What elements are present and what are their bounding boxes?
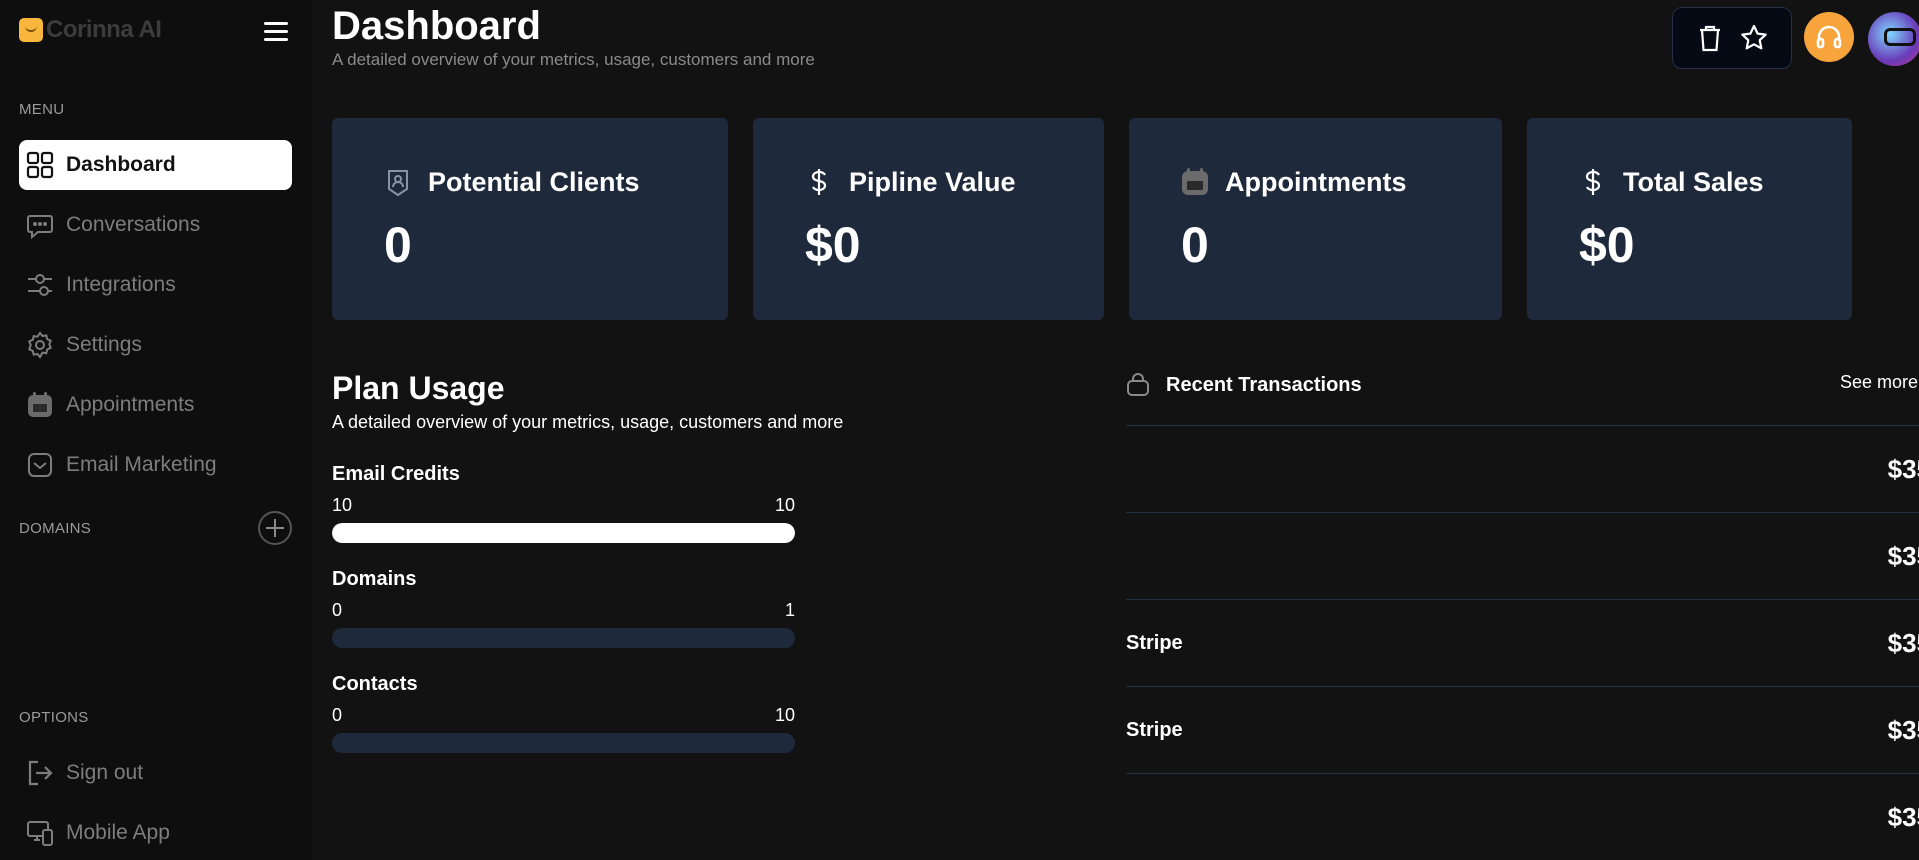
usage-progress-bar — [332, 523, 795, 543]
sidebar-item-conversations[interactable]: Conversations — [19, 200, 292, 250]
toolbar — [1672, 7, 1792, 69]
transaction-amount: $35 — [1887, 627, 1919, 658]
usage-limit: 1 — [784, 600, 795, 620]
sliders-icon — [28, 274, 52, 296]
usage-used: 10 — [332, 495, 353, 515]
recent-transactions-header: Recent Transactions — [1126, 373, 1362, 397]
dashboard-grid-icon — [26, 151, 54, 179]
plan-usage-title: Plan Usage — [332, 370, 505, 406]
usage-limit: 10 — [774, 705, 795, 725]
transaction-amount: $35 — [1887, 453, 1919, 484]
logo-icon — [19, 18, 43, 42]
sidebar-item-label: Mobile App — [66, 821, 170, 844]
sidebar-item-sign-out[interactable]: Sign out — [19, 748, 292, 798]
sidebar: Corinna AI MENU Dashboard Conversations … — [0, 0, 312, 860]
transaction-row[interactable]: Stripe $35 — [1126, 599, 1919, 686]
sidebar-item-label: Appointments — [66, 393, 195, 416]
user-badge-icon — [388, 170, 408, 197]
sidebar-item-dashboard[interactable]: Dashboard — [19, 140, 292, 190]
usage-used: 0 — [332, 600, 343, 620]
usage-used: 0 — [332, 705, 343, 725]
gear-icon — [28, 331, 52, 359]
sidebar-item-mobile-app[interactable]: Mobile App — [19, 808, 292, 858]
support-button[interactable] — [1804, 12, 1854, 62]
sidebar-item-label: Dashboard — [66, 153, 176, 176]
sidebar-item-label: Conversations — [66, 213, 201, 236]
stat-card-appointments: Appointments 0 — [1129, 118, 1502, 320]
sidebar-item-label: Integrations — [66, 273, 176, 296]
menu-section-label: MENU — [19, 101, 65, 118]
usage-progress-bar — [332, 733, 795, 753]
bag-icon — [1127, 373, 1149, 396]
domains-section-label: DOMAINS — [19, 520, 92, 537]
transaction-row[interactable]: $35 — [1126, 425, 1919, 512]
recent-transactions-title: Recent Transactions — [1166, 373, 1362, 396]
menu-toggle-icon[interactable] — [264, 22, 288, 42]
dollar-icon — [1585, 169, 1601, 195]
transaction-row[interactable]: $35 — [1126, 512, 1919, 599]
sidebar-item-appointments[interactable]: Appointments — [19, 380, 292, 430]
usage-progress-bar — [332, 628, 795, 648]
dollar-icon — [811, 169, 827, 195]
sidebar-item-label: Email Marketing — [66, 453, 217, 476]
stat-card-value: 0 — [1181, 217, 1209, 273]
stat-card-potential-clients: Potential Clients 0 — [332, 118, 728, 320]
usage-name: Email Credits — [332, 463, 460, 485]
transaction-amount: $35 — [1887, 801, 1919, 832]
stat-card-value: $0 — [1579, 217, 1635, 273]
stat-card-total-sales: Total Sales $0 — [1527, 118, 1852, 320]
usage-email-credits: Email Credits 10 10 — [332, 463, 795, 543]
transaction-amount: $35 — [1887, 540, 1919, 571]
transaction-row[interactable]: $35 — [1126, 773, 1919, 860]
trash-icon[interactable] — [1695, 23, 1725, 53]
transaction-amount: $35 — [1887, 714, 1919, 745]
sidebar-item-label: Settings — [66, 333, 142, 356]
transaction-row[interactable]: Stripe $35 — [1126, 686, 1919, 773]
options-section-label: OPTIONS — [19, 709, 89, 726]
avatar[interactable] — [1868, 12, 1919, 66]
devices-icon — [27, 821, 53, 846]
stat-card-label: Total Sales — [1623, 166, 1764, 197]
sidebar-item-integrations[interactable]: Integrations — [19, 260, 292, 310]
app-root: Corinna AI MENU Dashboard Conversations … — [0, 0, 1919, 860]
calendar-icon — [1182, 168, 1208, 195]
usage-progress-fill — [332, 523, 795, 543]
stat-card-pipeline-value: Pipline Value $0 — [753, 118, 1104, 320]
transaction-source: Stripe — [1126, 718, 1183, 741]
stat-card-label: Appointments — [1225, 166, 1407, 197]
page-subtitle: A detailed overview of your metrics, usa… — [332, 50, 815, 69]
stat-card-label: Pipline Value — [849, 166, 1016, 197]
chat-icon — [27, 215, 53, 239]
transaction-source: Stripe — [1126, 631, 1183, 654]
calendar-icon — [28, 392, 52, 417]
usage-domains: Domains 0 1 — [332, 568, 795, 648]
see-more-link[interactable]: See more — [1840, 372, 1918, 393]
sidebar-item-label: Sign out — [66, 761, 144, 784]
mail-icon — [28, 453, 52, 477]
sidebar-item-email-marketing[interactable]: Email Marketing — [19, 440, 292, 490]
add-domain-button[interactable] — [258, 511, 292, 545]
stat-card-label: Potential Clients — [428, 166, 640, 197]
star-icon[interactable] — [1739, 23, 1769, 53]
sign-out-icon — [28, 760, 53, 786]
usage-name: Contacts — [332, 673, 418, 695]
sidebar-item-settings[interactable]: Settings — [19, 320, 292, 370]
stat-card-value: 0 — [384, 217, 412, 273]
plan-usage-subtitle: A detailed overview of your metrics, usa… — [332, 412, 844, 432]
brand-name: Corinna AI — [46, 16, 162, 43]
headset-icon — [1816, 25, 1842, 49]
usage-contacts: Contacts 0 10 — [332, 673, 795, 753]
page-title: Dashboard — [332, 4, 541, 48]
brand-logo[interactable]: Corinna AI — [19, 16, 162, 44]
usage-limit: 10 — [774, 495, 795, 515]
usage-name: Domains — [332, 568, 417, 590]
stat-card-value: $0 — [805, 217, 861, 273]
